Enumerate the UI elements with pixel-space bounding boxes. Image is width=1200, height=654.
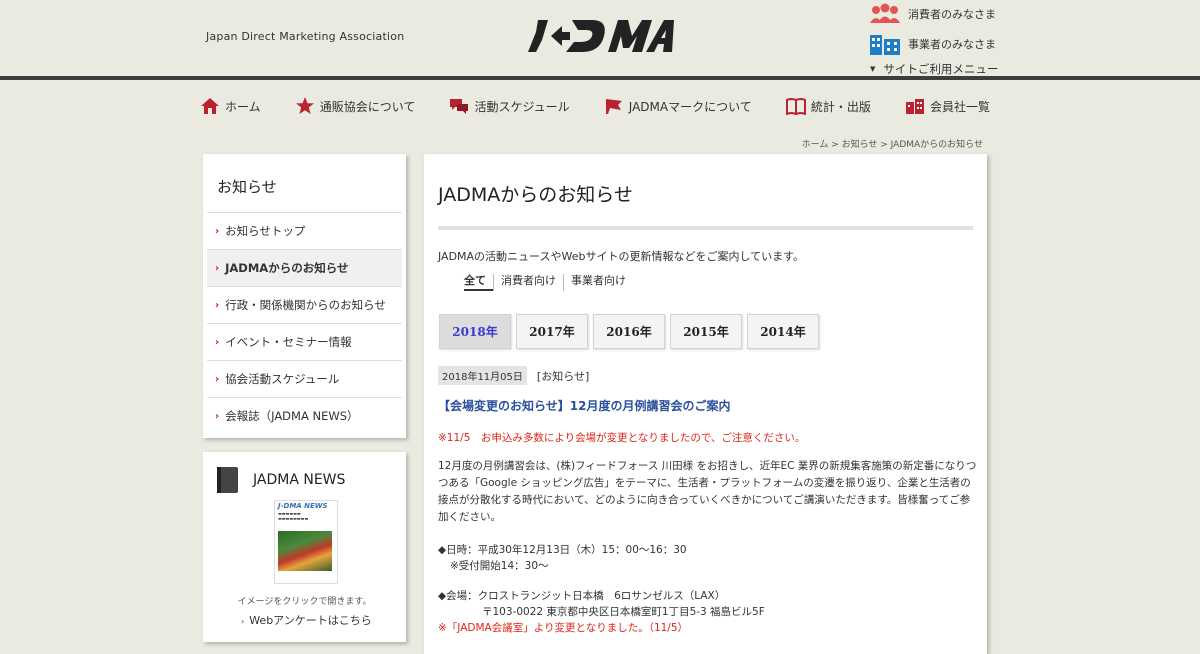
magazine-cover[interactable]: J-DMA NEWS ▬▬▬▬▬▬ ▬▬▬▬▬▬▬▬: [274, 500, 338, 584]
post-category: [お知らせ]: [536, 369, 590, 383]
nav-members-label: 会員社一覧: [929, 99, 990, 114]
audience-filter: 全て 消費者向け 事業者向け: [464, 274, 633, 291]
filter-business[interactable]: 事業者向け: [563, 274, 633, 291]
nav-statistics[interactable]: 統計・出版: [785, 97, 871, 115]
chevron-right-icon: ›: [215, 410, 220, 422]
sidebar-item-label: お知らせトップ: [225, 224, 306, 238]
nav-jadma-mark[interactable]: JADMAマークについて: [604, 97, 752, 115]
audience-links: 消費者のみなさま 事業者のみなさま ▼ サイトご利用メニュー: [868, 2, 998, 78]
business-link[interactable]: 事業者のみなさま: [868, 32, 996, 56]
sidebar-item-label: 会報誌（JADMA NEWS）: [225, 409, 359, 423]
sidebar-item-events[interactable]: › イベント・セミナー情報: [207, 323, 402, 360]
news-caption: イメージをクリックで開きます。: [237, 597, 372, 607]
chevron-right-icon: ›: [215, 373, 220, 385]
notebook-icon: [217, 467, 238, 493]
filter-all[interactable]: 全て: [464, 274, 493, 291]
filter-consumer[interactable]: 消費者向け: [493, 274, 563, 291]
tab-2017[interactable]: 2017年: [516, 314, 588, 349]
nav-jadma-mark-label: JADMAマークについて: [628, 99, 752, 114]
event-details: ◆日時：平成30年12月13日（木）15：00～16：30 ※受付開始14：30…: [438, 542, 978, 636]
chat-icon: [450, 99, 469, 114]
event-venue-note: ※「JADMA会議室」より変更となりました。（11/5）: [438, 622, 689, 634]
year-tabs: 2018年 2017年 2016年 2015年 2014年: [439, 314, 824, 349]
tab-2016[interactable]: 2016年: [593, 314, 665, 349]
sidebar-jadma-news: JADMA NEWS J-DMA NEWS ▬▬▬▬▬▬ ▬▬▬▬▬▬▬▬ イメー…: [203, 452, 406, 642]
title-divider: [438, 226, 973, 230]
sidebar-item-label: 協会活動スケジュール: [225, 372, 340, 386]
business-link-label: 事業者のみなさま: [908, 38, 996, 51]
sidebar-item-label: JADMAからのお知らせ: [225, 261, 349, 275]
post-body: 12月度の月例講習会は、(株)フィードフォース 川田様 をお招きし、近年EC 業…: [438, 460, 977, 523]
office-building-icon: [870, 35, 900, 55]
cover-photo: [278, 531, 332, 571]
global-nav: ホーム 通販協会について 活動スケジュール JADMAマークについて 統計・出版…: [200, 93, 990, 119]
jadma-logo[interactable]: [518, 18, 674, 54]
nav-home-label: ホーム: [225, 99, 261, 114]
post-date: 2018年11月05日: [438, 366, 527, 385]
home-icon: [201, 98, 219, 114]
tab-2014[interactable]: 2014年: [747, 314, 819, 349]
nav-about[interactable]: 通販協会について: [295, 97, 416, 115]
breadcrumb[interactable]: ホーム > お知らせ > JADMAからのお知らせ: [802, 137, 983, 150]
sidebar-item-label: イベント・セミナー情報: [225, 335, 352, 349]
event-venue: ◆会場：クロストランジット日本橋 6ロサンゼルス（LAX）: [438, 590, 726, 602]
web-survey-link[interactable]: › Webアンケートはこちら: [241, 612, 372, 628]
triangle-right-icon: ›: [241, 617, 245, 626]
nav-home[interactable]: ホーム: [200, 97, 261, 115]
site-menu-label: サイトご利用メニュー: [883, 62, 999, 76]
chevron-right-icon: ›: [215, 225, 220, 237]
post-notice: ※11/5 お申込み多数により会場が変更となりましたので、ご注意ください。: [438, 432, 806, 444]
nav-about-label: 通販協会について: [319, 99, 416, 114]
nav-schedule[interactable]: 活動スケジュール: [449, 97, 570, 115]
chevron-right-icon: ›: [215, 336, 220, 348]
tab-2018[interactable]: 2018年: [439, 314, 511, 349]
sidebar-item-activity-schedule[interactable]: › 協会活動スケジュール: [207, 360, 402, 397]
cover-logo-image: J-DMA NEWS: [278, 502, 328, 510]
sidebar-item-news-top[interactable]: › お知らせトップ: [207, 212, 402, 249]
post-meta: 2018年11月05日 [お知らせ]: [438, 366, 589, 385]
consumer-link[interactable]: 消費者のみなさま: [868, 2, 996, 26]
news-title: JADMA NEWS: [253, 472, 346, 488]
chevron-right-icon: ›: [215, 299, 220, 311]
tab-2015[interactable]: 2015年: [670, 314, 742, 349]
site-header: Japan Direct Marketing Association 消費者のみ…: [0, 0, 1200, 76]
main-content: JADMAからのお知らせ JADMAの活動ニュースやWebサイトの更新情報などを…: [424, 154, 987, 654]
header-divider: [0, 76, 1200, 80]
star-icon: [295, 97, 314, 114]
triangle-down-icon: ▼: [870, 65, 876, 73]
building-icon: [905, 99, 924, 114]
flag-icon: [605, 99, 622, 114]
cover-headline-image: ▬▬▬▬▬▬ ▬▬▬▬▬▬▬▬: [278, 511, 309, 521]
sidebar-item-government-news[interactable]: › 行政・関係機関からのお知らせ: [207, 286, 402, 323]
consumer-link-label: 消費者のみなさま: [908, 8, 996, 21]
sidebar-title: お知らせ: [217, 178, 277, 196]
post-title[interactable]: 【会場変更のお知らせ】12月度の月例講習会のご案内: [438, 397, 730, 414]
event-address: 〒103-0022 東京都中央区日本橋室町1丁目5-3 福島ビル5F: [482, 606, 765, 618]
nav-members[interactable]: 会員社一覧: [905, 97, 990, 115]
event-datetime: ◆日時：平成30年12月13日（木）15：00～16：30: [438, 544, 687, 556]
sidebar-news-menu: お知らせ › お知らせトップ › JADMAからのお知らせ › 行政・関係機関からのお…: [203, 154, 406, 438]
site-tagline: Japan Direct Marketing Association: [206, 30, 405, 43]
page-intro: JADMAの活動ニュースやWebサイトの更新情報などをご案内しています。: [438, 250, 805, 263]
chevron-right-icon: ›: [215, 262, 220, 274]
web-survey-label: Webアンケートはこちら: [249, 614, 372, 627]
book-icon: [785, 98, 806, 115]
page-title: JADMAからのお知らせ: [438, 184, 633, 206]
nav-statistics-label: 統計・出版: [810, 99, 871, 114]
sidebar-item-jadma-news[interactable]: › JADMAからのお知らせ: [207, 249, 402, 286]
sidebar-item-label: 行政・関係機関からのお知らせ: [225, 298, 386, 312]
nav-schedule-label: 活動スケジュール: [474, 99, 570, 114]
people-icon: [870, 3, 900, 23]
sidebar-item-bulletin[interactable]: › 会報誌（JADMA NEWS）: [207, 397, 402, 434]
event-reception: ※受付開始14：30～: [450, 560, 549, 572]
